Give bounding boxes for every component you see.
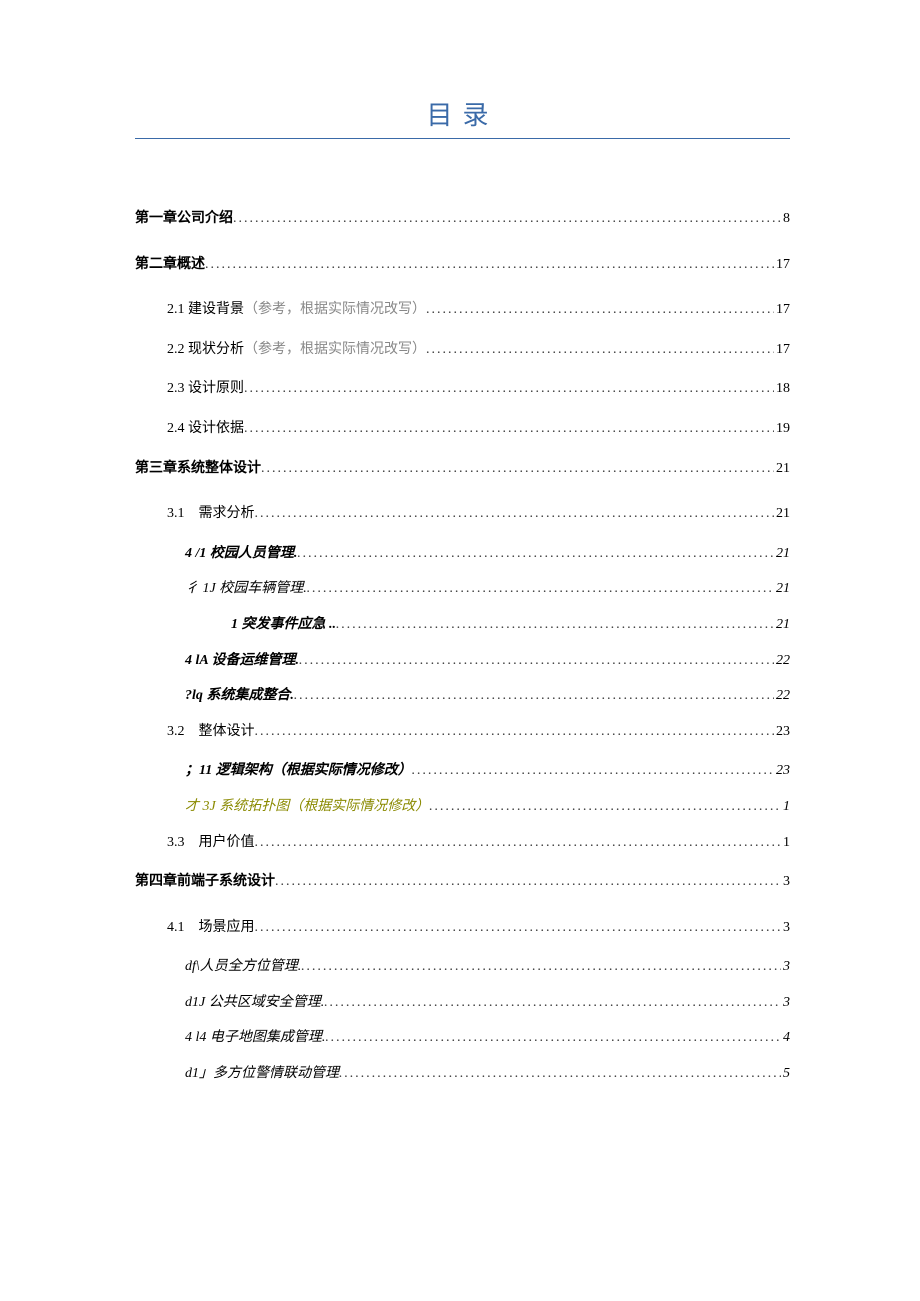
toc-label: 3.2 整体设计 bbox=[167, 722, 255, 742]
toc-entry: 3.3 用户价值................................… bbox=[167, 833, 790, 853]
toc-label: 4 l4 电子地图集成管理. bbox=[185, 1028, 325, 1048]
toc-leader-dots: ........................................… bbox=[255, 833, 782, 853]
toc-label: 4.1 场景应用 bbox=[167, 918, 255, 938]
toc-label: 第三章系统整体设计 bbox=[135, 459, 261, 479]
toc-entry: 彳 1J 校园车辆管理.............................… bbox=[185, 579, 790, 599]
toc-label: 2.1 建设背景（参考，根据实际情况改写） bbox=[167, 300, 426, 320]
toc-leader-dots: ........................................… bbox=[233, 209, 781, 229]
toc-leader-dots: ........................................… bbox=[339, 1064, 781, 1084]
toc-entry: d1J 公共区域安全管理............................… bbox=[185, 993, 790, 1013]
toc-entry: 第三章系统整体设计...............................… bbox=[135, 459, 790, 479]
toc-leader-dots: ........................................… bbox=[255, 504, 775, 524]
toc-entry: 3.1 需求分析................................… bbox=[167, 504, 790, 524]
toc-leader-dots: ........................................… bbox=[429, 797, 781, 817]
toc-leader-dots: ........................................… bbox=[275, 872, 781, 892]
toc-label: 第四章前端子系统设计 bbox=[135, 872, 275, 892]
toc-leader-dots: ........................................… bbox=[244, 419, 774, 439]
toc-entry: ；11 逻辑架构（根据实际情况修改）......................… bbox=[185, 761, 790, 781]
toc-page-number: 21 bbox=[774, 504, 790, 524]
toc-label: ；11 逻辑架构（根据实际情况修改） bbox=[185, 761, 412, 781]
toc-entry: 第四章前端子系统设计..............................… bbox=[135, 872, 790, 892]
toc-entry: df\人员全方位管理..............................… bbox=[185, 957, 790, 977]
toc-leader-dots: ........................................… bbox=[301, 957, 781, 977]
toc-label: 3.1 需求分析 bbox=[167, 504, 255, 524]
toc-entry: ?lq 系统集成整合..............................… bbox=[185, 686, 790, 706]
toc-entry: 1 突发事件应急 ...............................… bbox=[231, 615, 790, 635]
toc-page-number: 21 bbox=[774, 615, 790, 635]
toc-leader-dots: ........................................… bbox=[255, 722, 775, 742]
toc-entry: 3.2 整体设计................................… bbox=[167, 722, 790, 742]
toc-entry: 才 3J 系统拓扑图（根据实际情况修改）....................… bbox=[185, 797, 790, 817]
toc-label: 1 突发事件应急 .. bbox=[231, 615, 336, 635]
toc-entry: 4 /1 校园人员管理.............................… bbox=[185, 544, 790, 564]
toc-page-number: 3 bbox=[781, 872, 790, 892]
toc-page-number: 21 bbox=[774, 544, 790, 564]
toc-entry: d1」多方位警情联动管理............................… bbox=[185, 1064, 790, 1084]
toc-page-number: 1 bbox=[781, 797, 790, 817]
toc-entry: 第一章公司介绍.................................… bbox=[135, 209, 790, 229]
toc-page-number: 19 bbox=[774, 419, 790, 439]
toc-leader-dots: ........................................… bbox=[255, 918, 782, 938]
toc-page-number: 23 bbox=[774, 761, 790, 781]
document-page: 目录 第一章公司介绍..............................… bbox=[0, 0, 920, 1180]
toc-leader-dots: ........................................… bbox=[244, 379, 774, 399]
toc-page-number: 17 bbox=[774, 340, 790, 360]
toc-page-number: 17 bbox=[774, 300, 790, 320]
toc-leader-dots: ........................................… bbox=[261, 459, 774, 479]
toc-page-number: 22 bbox=[774, 686, 790, 706]
toc-label: 4 lA 设备运维管理. bbox=[185, 651, 299, 671]
toc-page-number: 3 bbox=[781, 918, 790, 938]
toc-entry: 2.1 建设背景（参考，根据实际情况改写）...................… bbox=[167, 300, 790, 320]
toc-entry: 4 lA 设备运维管理.............................… bbox=[185, 651, 790, 671]
toc-label: d1J 公共区域安全管理. bbox=[185, 993, 324, 1013]
toc-title: 目录 bbox=[135, 95, 790, 139]
toc-leader-dots: ........................................… bbox=[307, 579, 774, 599]
toc-leader-dots: ........................................… bbox=[294, 686, 774, 706]
toc-label: 彳 1J 校园车辆管理. bbox=[185, 579, 307, 599]
toc-list: 第一章公司介绍.................................… bbox=[135, 209, 790, 1084]
toc-page-number: 17 bbox=[774, 255, 790, 275]
toc-entry: 4.1 场景应用................................… bbox=[167, 918, 790, 938]
toc-label: 2.2 现状分析（参考，根据实际情况改写） bbox=[167, 340, 426, 360]
toc-label: d1」多方位警情联动管理 bbox=[185, 1064, 339, 1084]
toc-label: ?lq 系统集成整合. bbox=[185, 686, 294, 706]
toc-label: 才 3J 系统拓扑图（根据实际情况修改） bbox=[185, 797, 429, 817]
toc-entry: 2.2 现状分析（参考，根据实际情况改写）...................… bbox=[167, 340, 790, 360]
toc-page-number: 1 bbox=[781, 833, 790, 853]
toc-leader-dots: ........................................… bbox=[426, 340, 774, 360]
toc-leader-dots: ........................................… bbox=[297, 544, 774, 564]
toc-page-number: 3 bbox=[781, 993, 790, 1013]
toc-page-number: 21 bbox=[774, 579, 790, 599]
toc-label: 第一章公司介绍 bbox=[135, 209, 233, 229]
toc-leader-dots: ........................................… bbox=[325, 1028, 781, 1048]
toc-label: 2.4 设计依据 bbox=[167, 419, 244, 439]
toc-page-number: 3 bbox=[781, 957, 790, 977]
toc-label: df\人员全方位管理. bbox=[185, 957, 301, 977]
toc-page-number: 23 bbox=[774, 722, 790, 742]
toc-label: 4 /1 校园人员管理. bbox=[185, 544, 297, 564]
toc-page-number: 8 bbox=[781, 209, 790, 229]
toc-page-number: 21 bbox=[774, 459, 790, 479]
toc-page-number: 18 bbox=[774, 379, 790, 399]
toc-label: 第二章概述 bbox=[135, 255, 205, 275]
toc-leader-dots: ........................................… bbox=[324, 993, 781, 1013]
toc-leader-dots: ........................................… bbox=[336, 615, 774, 635]
toc-entry: 4 l4 电子地图集成管理...........................… bbox=[185, 1028, 790, 1048]
toc-leader-dots: ........................................… bbox=[412, 761, 774, 781]
toc-entry: 2.3 设计原则................................… bbox=[167, 379, 790, 399]
toc-leader-dots: ........................................… bbox=[299, 651, 774, 671]
toc-leader-dots: ........................................… bbox=[205, 255, 774, 275]
toc-label: 3.3 用户价值 bbox=[167, 833, 255, 853]
toc-entry: 2.4 设计依据................................… bbox=[167, 419, 790, 439]
toc-page-number: 4 bbox=[781, 1028, 790, 1048]
toc-leader-dots: ........................................… bbox=[426, 300, 774, 320]
toc-page-number: 22 bbox=[774, 651, 790, 671]
toc-label: 2.3 设计原则 bbox=[167, 379, 244, 399]
toc-page-number: 5 bbox=[781, 1064, 790, 1084]
toc-entry: 第二章概述...................................… bbox=[135, 255, 790, 275]
